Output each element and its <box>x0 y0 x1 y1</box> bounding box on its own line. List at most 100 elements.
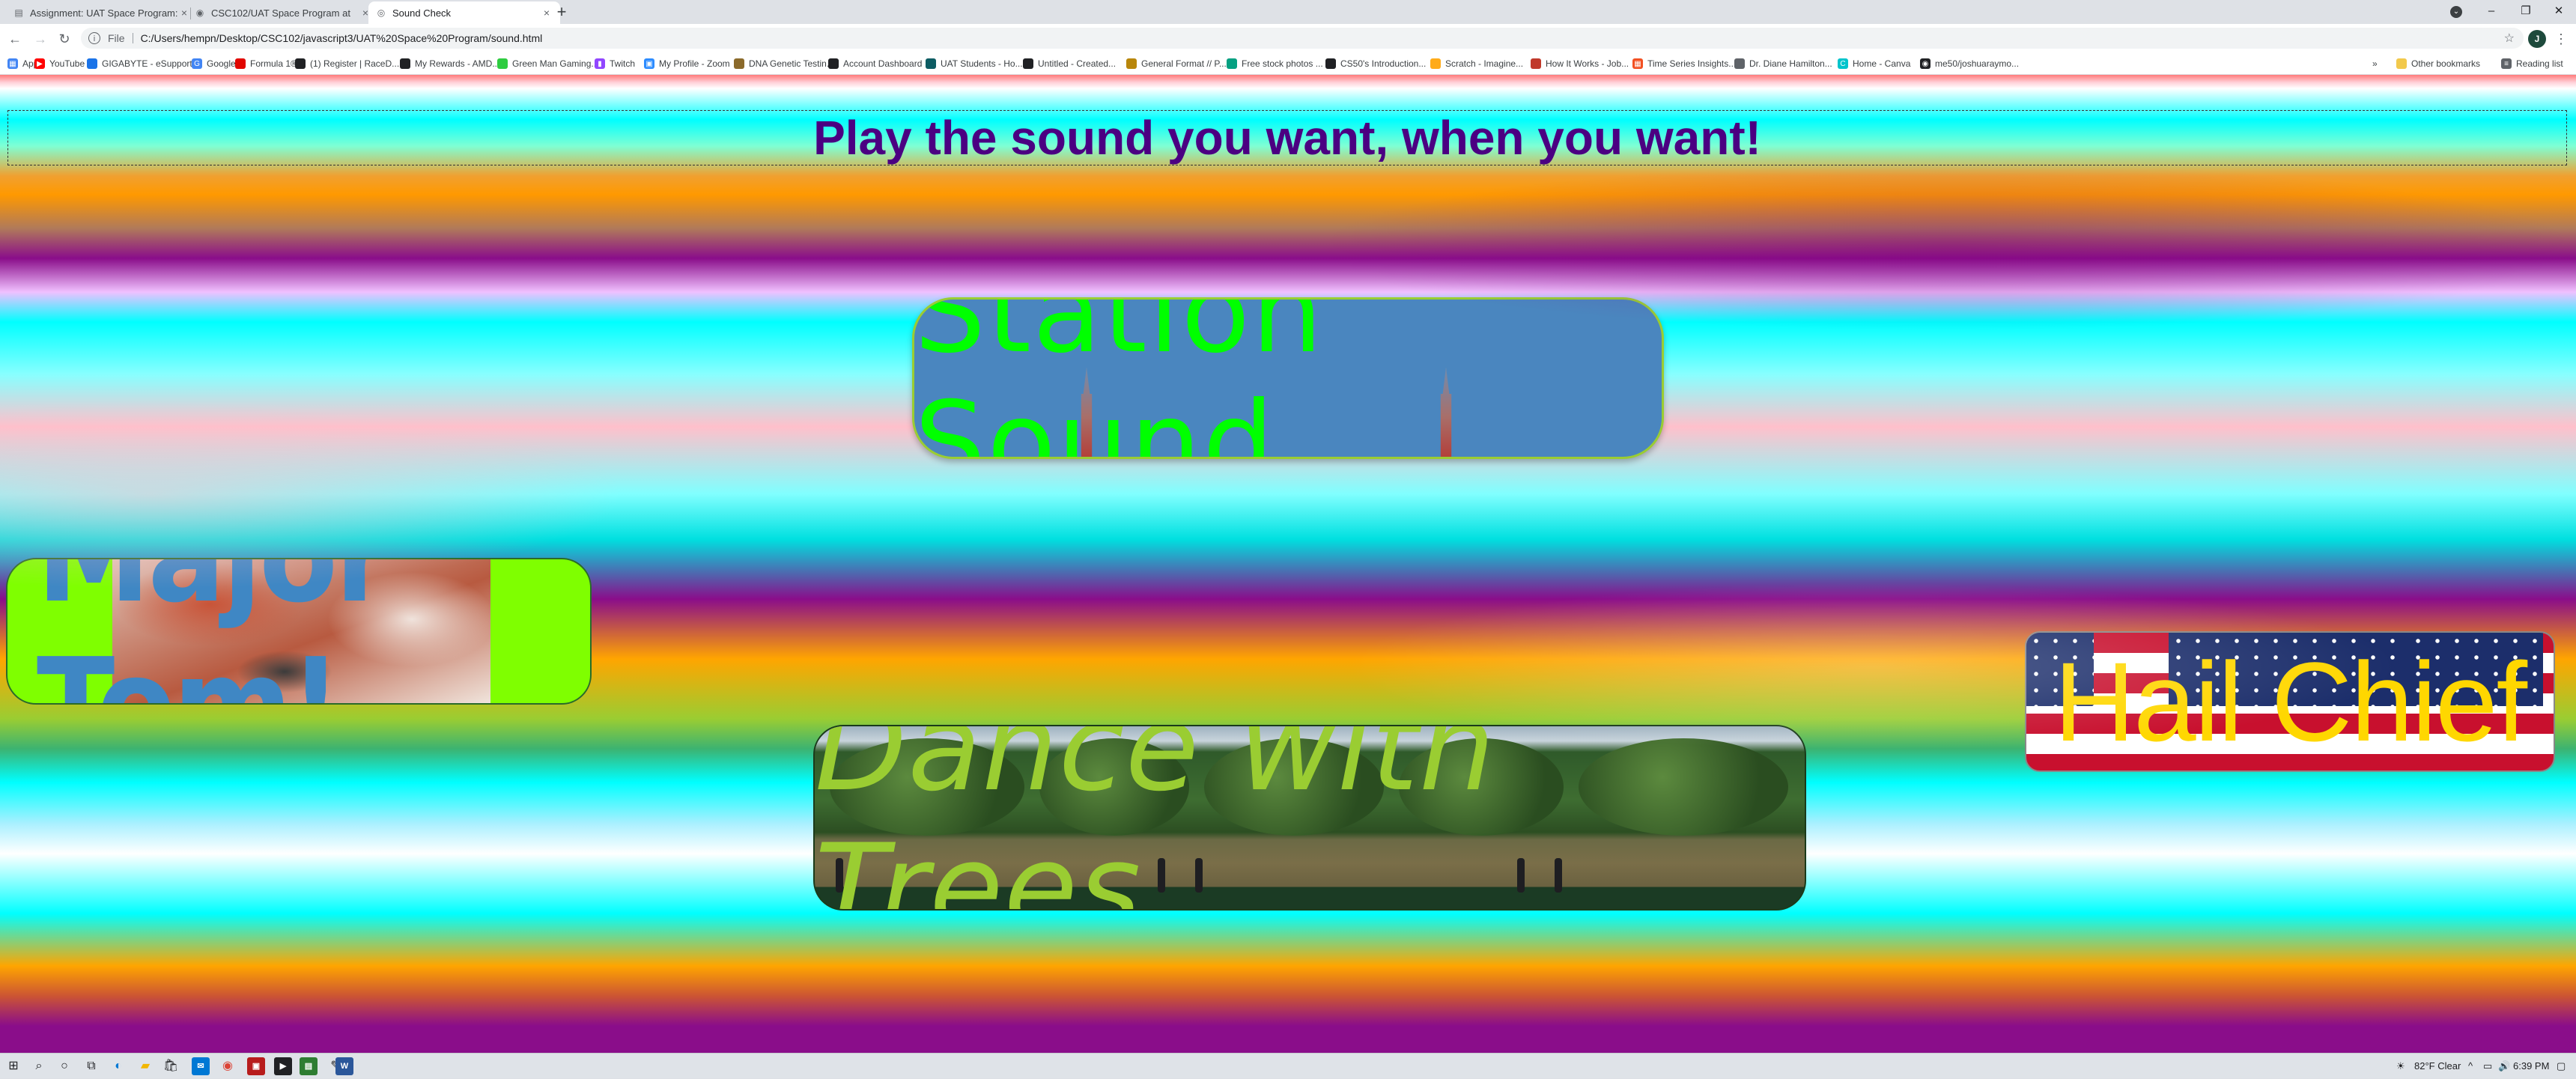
twitch-icon: ▮ <box>595 58 605 69</box>
close-window-button[interactable]: ✕ <box>2542 0 2576 24</box>
station-sound-button[interactable]: Station Sound <box>912 297 1664 459</box>
tab-search-icon[interactable]: ⌄ <box>2450 6 2462 18</box>
bookmark-untitled[interactable]: Untitled - Created... <box>1023 57 1116 70</box>
task-view-icon[interactable]: ⧉ <box>82 1057 100 1075</box>
dna-icon <box>734 58 744 69</box>
apps-grid-icon: ▦ <box>7 58 18 69</box>
bookmark-twitch[interactable]: ▮ Twitch <box>595 57 635 70</box>
network-icon[interactable]: ▭ <box>2483 1054 2492 1079</box>
address-bar[interactable]: i File C:/Users/hempn/Desktop/CSC102/jav… <box>81 28 2524 49</box>
bookmark-dashboard[interactable]: Account Dashboard <box>828 57 922 70</box>
terminal-icon[interactable]: ▶ <box>274 1057 292 1075</box>
back-button[interactable]: ← <box>6 30 24 48</box>
other-bookmarks-folder[interactable]: Other bookmarks <box>2396 57 2480 70</box>
bookmark-dna[interactable]: DNA Genetic Testin... <box>734 57 834 70</box>
app-green-icon[interactable]: ▤ <box>300 1057 318 1075</box>
url-text[interactable]: C:/Users/hempn/Desktop/CSC102/javascript… <box>141 32 543 44</box>
more-menu-icon[interactable]: ⋮ <box>2552 30 2570 48</box>
tab-github[interactable]: ◉ CSC102/UAT Space Program at × <box>187 1 379 24</box>
folder-icon <box>2396 58 2407 69</box>
bookmark-gigabyte[interactable]: GIGABYTE - eSupport <box>87 57 192 70</box>
maximize-button[interactable]: ❐ <box>2509 0 2543 24</box>
job-icon <box>1531 58 1541 69</box>
file-explorer-icon[interactable]: ▰ <box>136 1057 154 1075</box>
station-sound-label: Station Sound <box>914 297 1325 459</box>
f1-icon <box>235 58 246 69</box>
bookmark-label: Formula 1® <box>250 58 297 69</box>
bookmark-profile[interactable]: Dr. Diane Hamilton... <box>1734 57 1832 70</box>
reading-list-button[interactable]: ≡ Reading list <box>2501 57 2563 70</box>
mail-icon[interactable]: ✉ <box>192 1057 210 1075</box>
bookmark-amd[interactable]: My Rewards - AMD... <box>400 57 499 70</box>
hail-chief-label: Hail Chief <box>2053 638 2527 765</box>
reading-list-icon: ≡ <box>2501 58 2512 69</box>
tab-sound-check[interactable]: ◎ Sound Check × <box>368 1 560 24</box>
dance-with-trees-button[interactable]: Dance with Trees <box>813 725 1806 911</box>
bookmark-label: Free stock photos ... <box>1242 58 1323 69</box>
bookmark-label: My Rewards - AMD... <box>415 58 500 69</box>
store-icon[interactable]: 🛍 <box>162 1057 180 1075</box>
bookmark-label: me50/joshuaraymo... <box>1935 58 2020 69</box>
bookmark-cs50[interactable]: CS50's Introduction... <box>1325 57 1426 70</box>
bookmark-label: Dr. Diane Hamilton... <box>1749 58 1832 69</box>
clock-time[interactable]: 6:39 PM <box>2513 1054 2549 1079</box>
hail-chief-button[interactable]: Hail Chief <box>2025 631 2555 772</box>
github-icon: ◉ <box>195 7 204 18</box>
windows-taskbar: ⊞ ⌕ ○ ⧉ ◐ ▰ 🛍 ✉ ◉ ▣ ▶ ▤ ✎ W ☀ 82°F Clear… <box>0 1053 2576 1078</box>
new-tab-button[interactable]: + <box>553 3 571 21</box>
tab-title: Sound Check <box>392 7 452 19</box>
reload-button[interactable]: ↻ <box>55 30 73 48</box>
tray-chevron-icon[interactable]: ^ <box>2468 1054 2473 1079</box>
windows-start-icon[interactable]: ⊞ <box>4 1057 22 1075</box>
search-icon[interactable]: ⌕ <box>30 1057 48 1075</box>
chrome-icon[interactable]: ◉ <box>219 1057 237 1075</box>
bookmark-label: UAT Students - Ho... <box>941 58 1023 69</box>
notifications-icon[interactable]: ▢ <box>2557 1054 2566 1079</box>
bookmark-f1[interactable]: Formula 1® <box>235 57 297 70</box>
scratch-icon <box>1430 58 1441 69</box>
document-icon: ▤ <box>14 7 23 18</box>
volume-icon[interactable]: 🔊 <box>2498 1054 2510 1079</box>
app-red-icon[interactable]: ▣ <box>247 1057 265 1075</box>
major-tom-button[interactable]: Major Tom! <box>6 558 592 705</box>
tab-title: CSC102/UAT Space Program at <box>211 7 350 19</box>
bookmark-canva[interactable]: C Home - Canva <box>1838 57 1910 70</box>
bookmark-raced[interactable]: (1) Register | RaceD... <box>295 57 399 70</box>
bookmark-google[interactable]: G Google <box>192 57 236 70</box>
minimize-button[interactable]: – <box>2474 0 2509 24</box>
bookmark-label: YouTube <box>49 58 85 69</box>
dance-with-trees-label: Dance with Trees <box>815 725 1496 911</box>
bookmark-purdue[interactable]: General Format // P... <box>1126 57 1227 70</box>
bookmark-label: Scratch - Imagine... <box>1445 58 1524 69</box>
weather-readout[interactable]: 82°F Clear <box>2414 1054 2461 1079</box>
profile-avatar[interactable]: J <box>2528 30 2546 48</box>
forward-button[interactable]: → <box>31 30 49 48</box>
other-bookmarks-label: Other bookmarks <box>2411 58 2481 69</box>
browser-toolbar: ← → ↻ i File C:/Users/hempn/Desktop/CSC1… <box>0 24 2576 52</box>
bookmark-job[interactable]: How It Works - Job... <box>1531 57 1629 70</box>
bookmark-label: Twitch <box>610 58 636 69</box>
bookmark-scratch[interactable]: Scratch - Imagine... <box>1430 57 1523 70</box>
tab-assignment[interactable]: ▤ Assignment: UAT Space Program: × <box>6 1 198 24</box>
bookmark-gmg[interactable]: Green Man Gaming... <box>497 57 598 70</box>
bookmark-label: Untitled - Created... <box>1038 58 1117 69</box>
untitled-icon <box>1023 58 1033 69</box>
bookmark-zoom[interactable]: ▣ My Profile - Zoom <box>644 57 730 70</box>
close-tab-icon[interactable]: × <box>541 7 553 19</box>
word-icon[interactable]: W <box>335 1057 353 1075</box>
bookmark-github[interactable]: ◉ me50/joshuaraymo... <box>1920 57 2019 70</box>
more-bookmarks-button[interactable]: » <box>2372 57 2378 70</box>
info-icon[interactable]: i <box>88 32 100 44</box>
bookmark-star-icon[interactable]: ☆ <box>2504 31 2515 46</box>
bookmark-label: Time Series Insights... <box>1647 58 1737 69</box>
bookmark-microsoft[interactable]: ▦ Time Series Insights... <box>1632 57 1736 70</box>
edge-icon[interactable]: ◐ <box>109 1057 127 1075</box>
cortana-icon[interactable]: ○ <box>55 1057 73 1075</box>
bookmark-youtube[interactable]: ▶ YouTube <box>34 57 85 70</box>
weather-icon[interactable]: ☀ <box>2396 1054 2405 1079</box>
bookmark-label: How It Works - Job... <box>1546 58 1629 69</box>
bookmark-pexels[interactable]: Free stock photos ... <box>1227 57 1323 70</box>
tab-title: Assignment: UAT Space Program: <box>30 7 178 19</box>
bookmark-uat[interactable]: UAT Students - Ho... <box>926 57 1023 70</box>
bookmark-label: Green Man Gaming... <box>512 58 599 69</box>
